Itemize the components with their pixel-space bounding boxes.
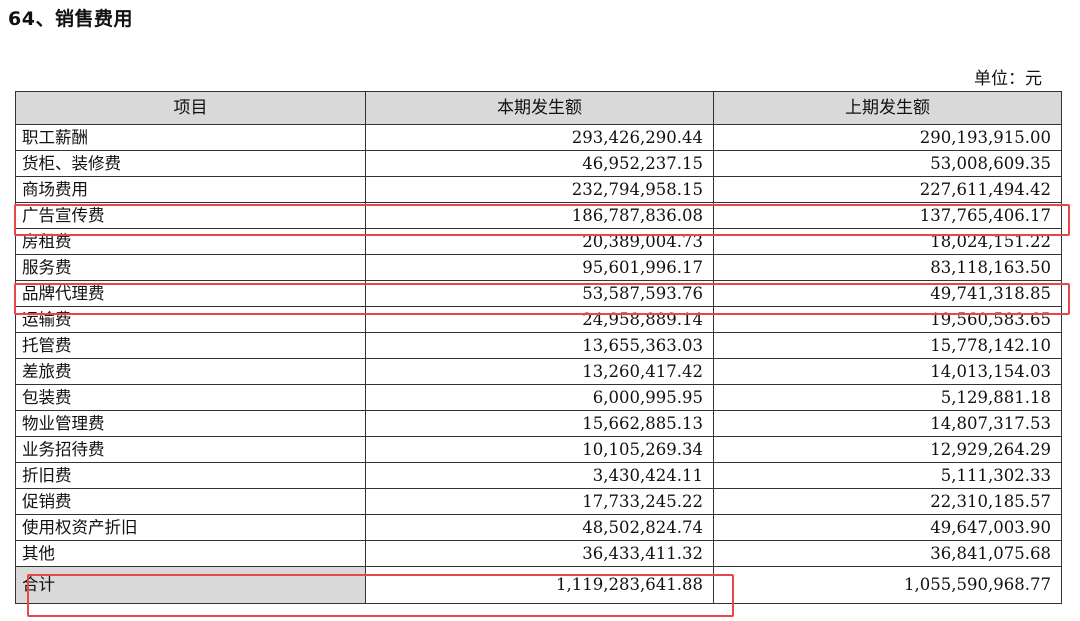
current-amount-cell: 13,655,363.03 bbox=[365, 332, 714, 359]
table-row: 广告宣传费 186,787,836.08 137,765,406.17 bbox=[15, 202, 1062, 229]
table-row: 包装费 6,000,995.95 5,129,881.18 bbox=[15, 384, 1062, 411]
item-name-cell: 差旅费 bbox=[15, 358, 366, 385]
previous-amount-cell: 22,310,185.57 bbox=[713, 488, 1062, 515]
current-amount-cell: 95,601,996.17 bbox=[365, 254, 714, 281]
table-row: 业务招待费 10,105,269.34 12,929,264.29 bbox=[15, 436, 1062, 463]
item-name-cell: 合计 bbox=[15, 566, 366, 604]
item-name-cell: 包装费 bbox=[15, 384, 366, 411]
current-amount-cell: 46,952,237.15 bbox=[365, 150, 714, 177]
current-amount-cell: 186,787,836.08 bbox=[365, 202, 714, 229]
item-name-cell: 其他 bbox=[15, 540, 366, 567]
table-row: 运输费 24,958,889.14 19,560,583.65 bbox=[15, 306, 1062, 333]
current-amount-cell: 3,430,424.11 bbox=[365, 462, 714, 489]
previous-amount-cell: 15,778,142.10 bbox=[713, 332, 1062, 359]
table-row: 折旧费 3,430,424.11 5,111,302.33 bbox=[15, 462, 1062, 489]
header-current-period: 本期发生额 bbox=[365, 91, 714, 125]
current-amount-cell: 24,958,889.14 bbox=[365, 306, 714, 333]
current-amount-cell: 36,433,411.32 bbox=[365, 540, 714, 567]
previous-amount-cell: 49,647,003.90 bbox=[713, 514, 1062, 541]
current-amount-cell: 15,662,885.13 bbox=[365, 410, 714, 437]
previous-amount-cell: 83,118,163.50 bbox=[713, 254, 1062, 281]
header-row: 项目 本期发生额 上期发生额 bbox=[15, 91, 1062, 125]
item-name-cell: 货柜、装修费 bbox=[15, 150, 366, 177]
previous-amount-cell: 5,129,881.18 bbox=[713, 384, 1062, 411]
item-name-cell: 业务招待费 bbox=[15, 436, 366, 463]
table-row: 商场费用 232,794,958.15 227,611,494.42 bbox=[15, 176, 1062, 203]
unit-label: 单位：元 bbox=[974, 69, 1042, 89]
header-item: 项目 bbox=[15, 91, 366, 125]
current-amount-cell: 48,502,824.74 bbox=[365, 514, 714, 541]
current-amount-cell: 20,389,004.73 bbox=[365, 228, 714, 255]
table-row: 物业管理费 15,662,885.13 14,807,317.53 bbox=[15, 410, 1062, 437]
item-name-cell: 广告宣传费 bbox=[15, 202, 366, 229]
previous-amount-cell: 18,024,151.22 bbox=[713, 228, 1062, 255]
table-row: 服务费 95,601,996.17 83,118,163.50 bbox=[15, 254, 1062, 281]
item-name-cell: 折旧费 bbox=[15, 462, 366, 489]
table-row: 品牌代理费 53,587,593.76 49,741,318.85 bbox=[15, 280, 1062, 307]
previous-amount-cell: 227,611,494.42 bbox=[713, 176, 1062, 203]
header-previous-period: 上期发生额 bbox=[713, 91, 1062, 125]
table-row: 差旅费 13,260,417.42 14,013,154.03 bbox=[15, 358, 1062, 385]
sales-expense-table: 项目 本期发生额 上期发生额 职工薪酬 293,426,290.44 290,193… bbox=[15, 91, 1062, 604]
item-name-cell: 物业管理费 bbox=[15, 410, 366, 437]
table-row: 托管费 13,655,363.03 15,778,142.10 bbox=[15, 332, 1062, 359]
item-name-cell: 运输费 bbox=[15, 306, 366, 333]
item-name-cell: 促销费 bbox=[15, 488, 366, 515]
item-name-cell: 托管费 bbox=[15, 332, 366, 359]
table-row: 货柜、装修费 46,952,237.15 53,008,609.35 bbox=[15, 150, 1062, 177]
item-name-cell: 房租费 bbox=[15, 228, 366, 255]
previous-amount-cell: 14,013,154.03 bbox=[713, 358, 1062, 385]
previous-amount-cell: 12,929,264.29 bbox=[713, 436, 1062, 463]
current-amount-cell: 232,794,958.15 bbox=[365, 176, 714, 203]
table-body: 职工薪酬 293,426,290.44 290,193,915.00 货柜、装修费 46… bbox=[15, 124, 1062, 604]
current-amount-cell: 53,587,593.76 bbox=[365, 280, 714, 307]
previous-amount-cell: 36,841,075.68 bbox=[713, 540, 1062, 567]
table-row: 其他 36,433,411.32 36,841,075.68 bbox=[15, 540, 1062, 567]
previous-amount-cell: 49,741,318.85 bbox=[713, 280, 1062, 307]
previous-amount-cell: 14,807,317.53 bbox=[713, 410, 1062, 437]
previous-amount-cell: 5,111,302.33 bbox=[713, 462, 1062, 489]
current-amount-cell: 1,119,283,641.88 bbox=[365, 566, 714, 604]
previous-amount-cell: 290,193,915.00 bbox=[713, 124, 1062, 151]
previous-amount-cell: 137,765,406.17 bbox=[713, 202, 1062, 229]
current-amount-cell: 293,426,290.44 bbox=[365, 124, 714, 151]
item-name-cell: 服务费 bbox=[15, 254, 366, 281]
item-name-cell: 使用权资产折旧 bbox=[15, 514, 366, 541]
item-name-cell: 品牌代理费 bbox=[15, 280, 366, 307]
item-name-cell: 商场费用 bbox=[15, 176, 366, 203]
current-amount-cell: 10,105,269.34 bbox=[365, 436, 714, 463]
total-row: 合计 1,119,283,641.88 1,055,590,968.77 bbox=[15, 566, 1062, 604]
table-row: 使用权资产折旧 48,502,824.74 49,647,003.90 bbox=[15, 514, 1062, 541]
current-amount-cell: 13,260,417.42 bbox=[365, 358, 714, 385]
table-row: 房租费 20,389,004.73 18,024,151.22 bbox=[15, 228, 1062, 255]
table-row: 促销费 17,733,245.22 22,310,185.57 bbox=[15, 488, 1062, 515]
table-row: 职工薪酬 293,426,290.44 290,193,915.00 bbox=[15, 124, 1062, 151]
previous-amount-cell: 19,560,583.65 bbox=[713, 306, 1062, 333]
current-amount-cell: 17,733,245.22 bbox=[365, 488, 714, 515]
previous-amount-cell: 1,055,590,968.77 bbox=[713, 566, 1062, 604]
item-name-cell: 职工薪酬 bbox=[15, 124, 366, 151]
current-amount-cell: 6,000,995.95 bbox=[365, 384, 714, 411]
previous-amount-cell: 53,008,609.35 bbox=[713, 150, 1062, 177]
page-title: 64、销售费用 bbox=[8, 8, 133, 30]
